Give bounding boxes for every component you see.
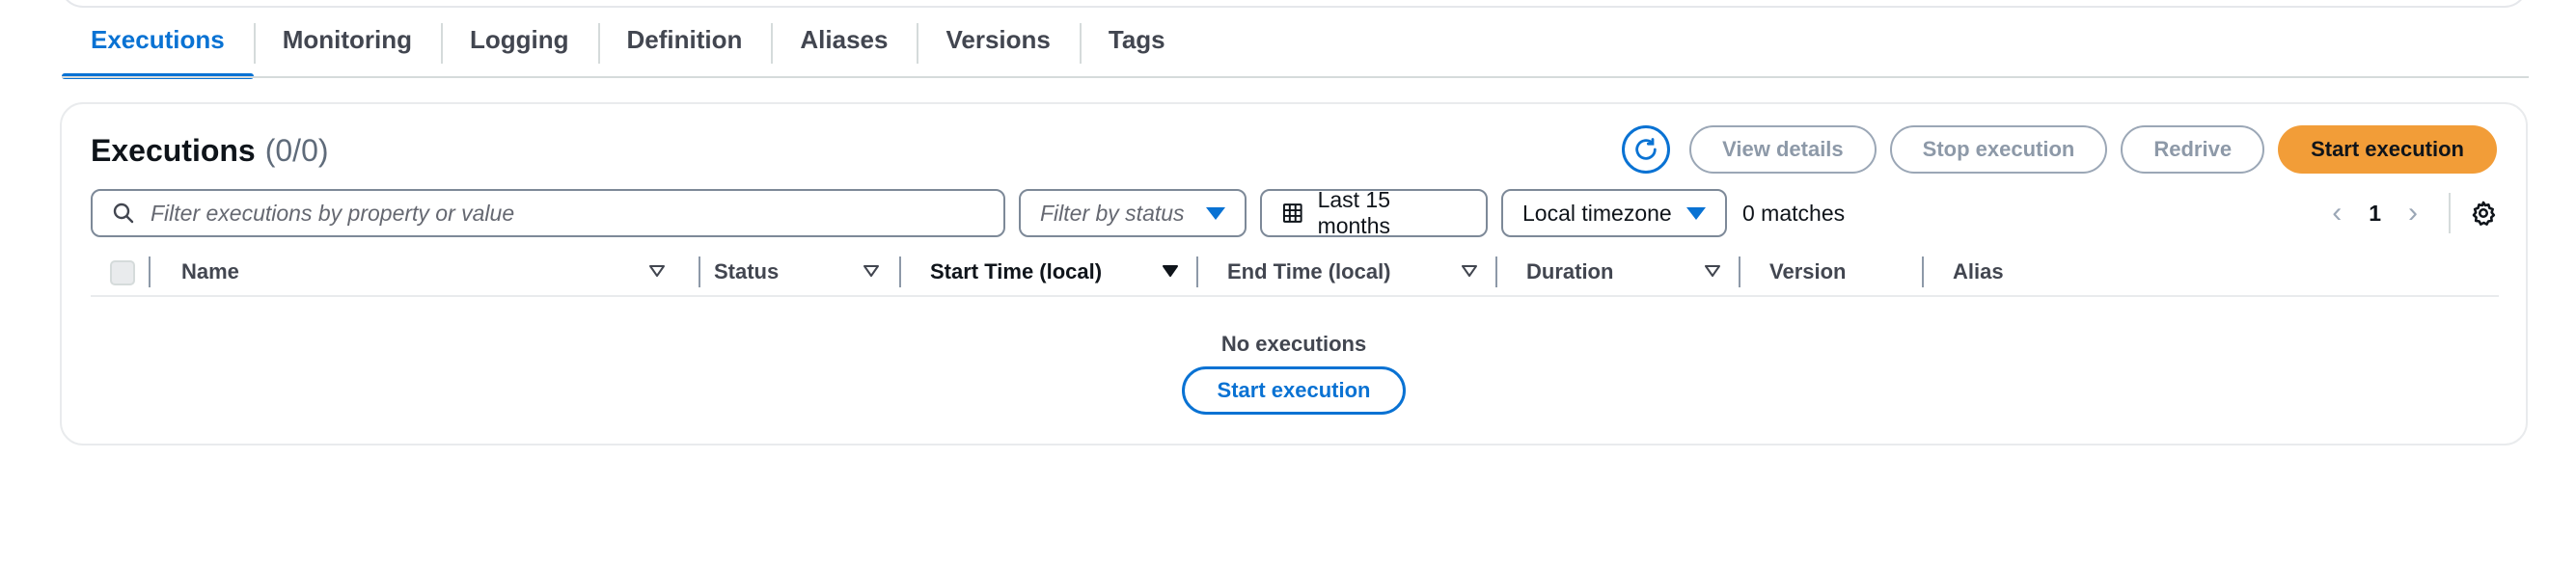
pagination: ‹ 1 › <box>2320 189 2497 237</box>
view-details-button[interactable]: View details <box>1689 125 1877 174</box>
column-label: Duration <box>1526 259 1614 284</box>
filter-toolbar: Filter executions by property or value F… <box>91 187 2497 238</box>
executions-count: (0/0) <box>264 133 329 168</box>
status-filter-placeholder: Filter by status <box>1040 200 1185 226</box>
pager-divider <box>2449 193 2451 233</box>
tabs-divider <box>62 76 2529 78</box>
column-header-duration[interactable]: Duration <box>1495 249 1739 295</box>
column-header-version[interactable]: Version <box>1739 249 1922 295</box>
redrive-button[interactable]: Redrive <box>2121 125 2265 174</box>
start-execution-button[interactable]: Start execution <box>2278 125 2497 174</box>
tab-executions[interactable]: Executions <box>62 0 254 79</box>
status-filter-select[interactable]: Filter by status <box>1019 189 1247 237</box>
sort-icon <box>1705 265 1720 277</box>
column-label: Start Time (local) <box>930 259 1103 284</box>
select-all-checkbox[interactable] <box>110 260 135 285</box>
refresh-button[interactable] <box>1622 125 1671 174</box>
executions-panel: Executions (0/0) View details Stop execu… <box>60 102 2528 446</box>
column-label: End Time (local) <box>1227 259 1391 284</box>
tab-monitoring[interactable]: Monitoring <box>253 0 441 79</box>
empty-state-text: No executions <box>1220 332 1367 356</box>
tab-definition[interactable]: Definition <box>597 0 772 79</box>
column-label: Version <box>1769 259 1847 284</box>
date-range-picker[interactable]: Last 15 months <box>1260 187 1488 238</box>
sort-descending-icon <box>1163 265 1178 277</box>
sort-icon <box>649 265 665 277</box>
empty-state: No executions Start execution <box>62 332 2526 415</box>
timezone-select[interactable]: Local timezone <box>1501 189 1727 237</box>
next-page-icon[interactable]: › <box>2397 197 2429 230</box>
stop-execution-button[interactable]: Stop execution <box>1889 125 2108 174</box>
gear-icon[interactable] <box>2470 200 2497 227</box>
panel-title: Executions <box>91 133 256 168</box>
tab-bar: Executions Monitoring Logging Definition… <box>62 0 1194 79</box>
timezone-value: Local timezone <box>1522 200 1672 226</box>
column-header-alias[interactable]: Alias <box>1922 249 2115 295</box>
column-label: Name <box>181 259 239 284</box>
column-label: Alias <box>1953 259 2004 284</box>
empty-start-execution-button[interactable]: Start execution <box>1181 366 1407 415</box>
panel-actions: View details Stop execution Redrive Star… <box>1622 125 2497 174</box>
column-header-status[interactable]: Status <box>670 249 897 295</box>
column-header-start-time[interactable]: Start Time (local) <box>868 249 1196 295</box>
tab-logging[interactable]: Logging <box>441 0 598 79</box>
column-header-name[interactable]: Name <box>181 249 683 295</box>
tab-aliases[interactable]: Aliases <box>771 0 917 79</box>
sort-icon <box>1462 265 1477 277</box>
refresh-icon <box>1635 138 1657 160</box>
current-page[interactable]: 1 <box>2353 201 2397 227</box>
panel-header: Executions (0/0) <box>91 133 329 169</box>
column-label: Status <box>714 259 780 284</box>
column-divider <box>149 256 151 287</box>
column-header-end-time[interactable]: End Time (local) <box>1196 249 1495 295</box>
caret-down-icon <box>1686 206 1706 220</box>
tab-tags[interactable]: Tags <box>1079 0 1194 79</box>
search-placeholder: Filter executions by property or value <box>151 200 515 226</box>
table-header: Name Status Start Time (local) End Time … <box>91 249 2499 297</box>
caret-down-icon <box>1206 206 1225 220</box>
tab-versions[interactable]: Versions <box>917 0 1079 79</box>
search-input[interactable]: Filter executions by property or value <box>91 189 1005 237</box>
search-icon <box>113 202 134 224</box>
matches-count: 0 matches <box>1742 200 1846 226</box>
date-range-value: Last 15 months <box>1317 187 1391 238</box>
calendar-icon <box>1282 203 1302 223</box>
previous-page-icon[interactable]: ‹ <box>2320 197 2353 230</box>
